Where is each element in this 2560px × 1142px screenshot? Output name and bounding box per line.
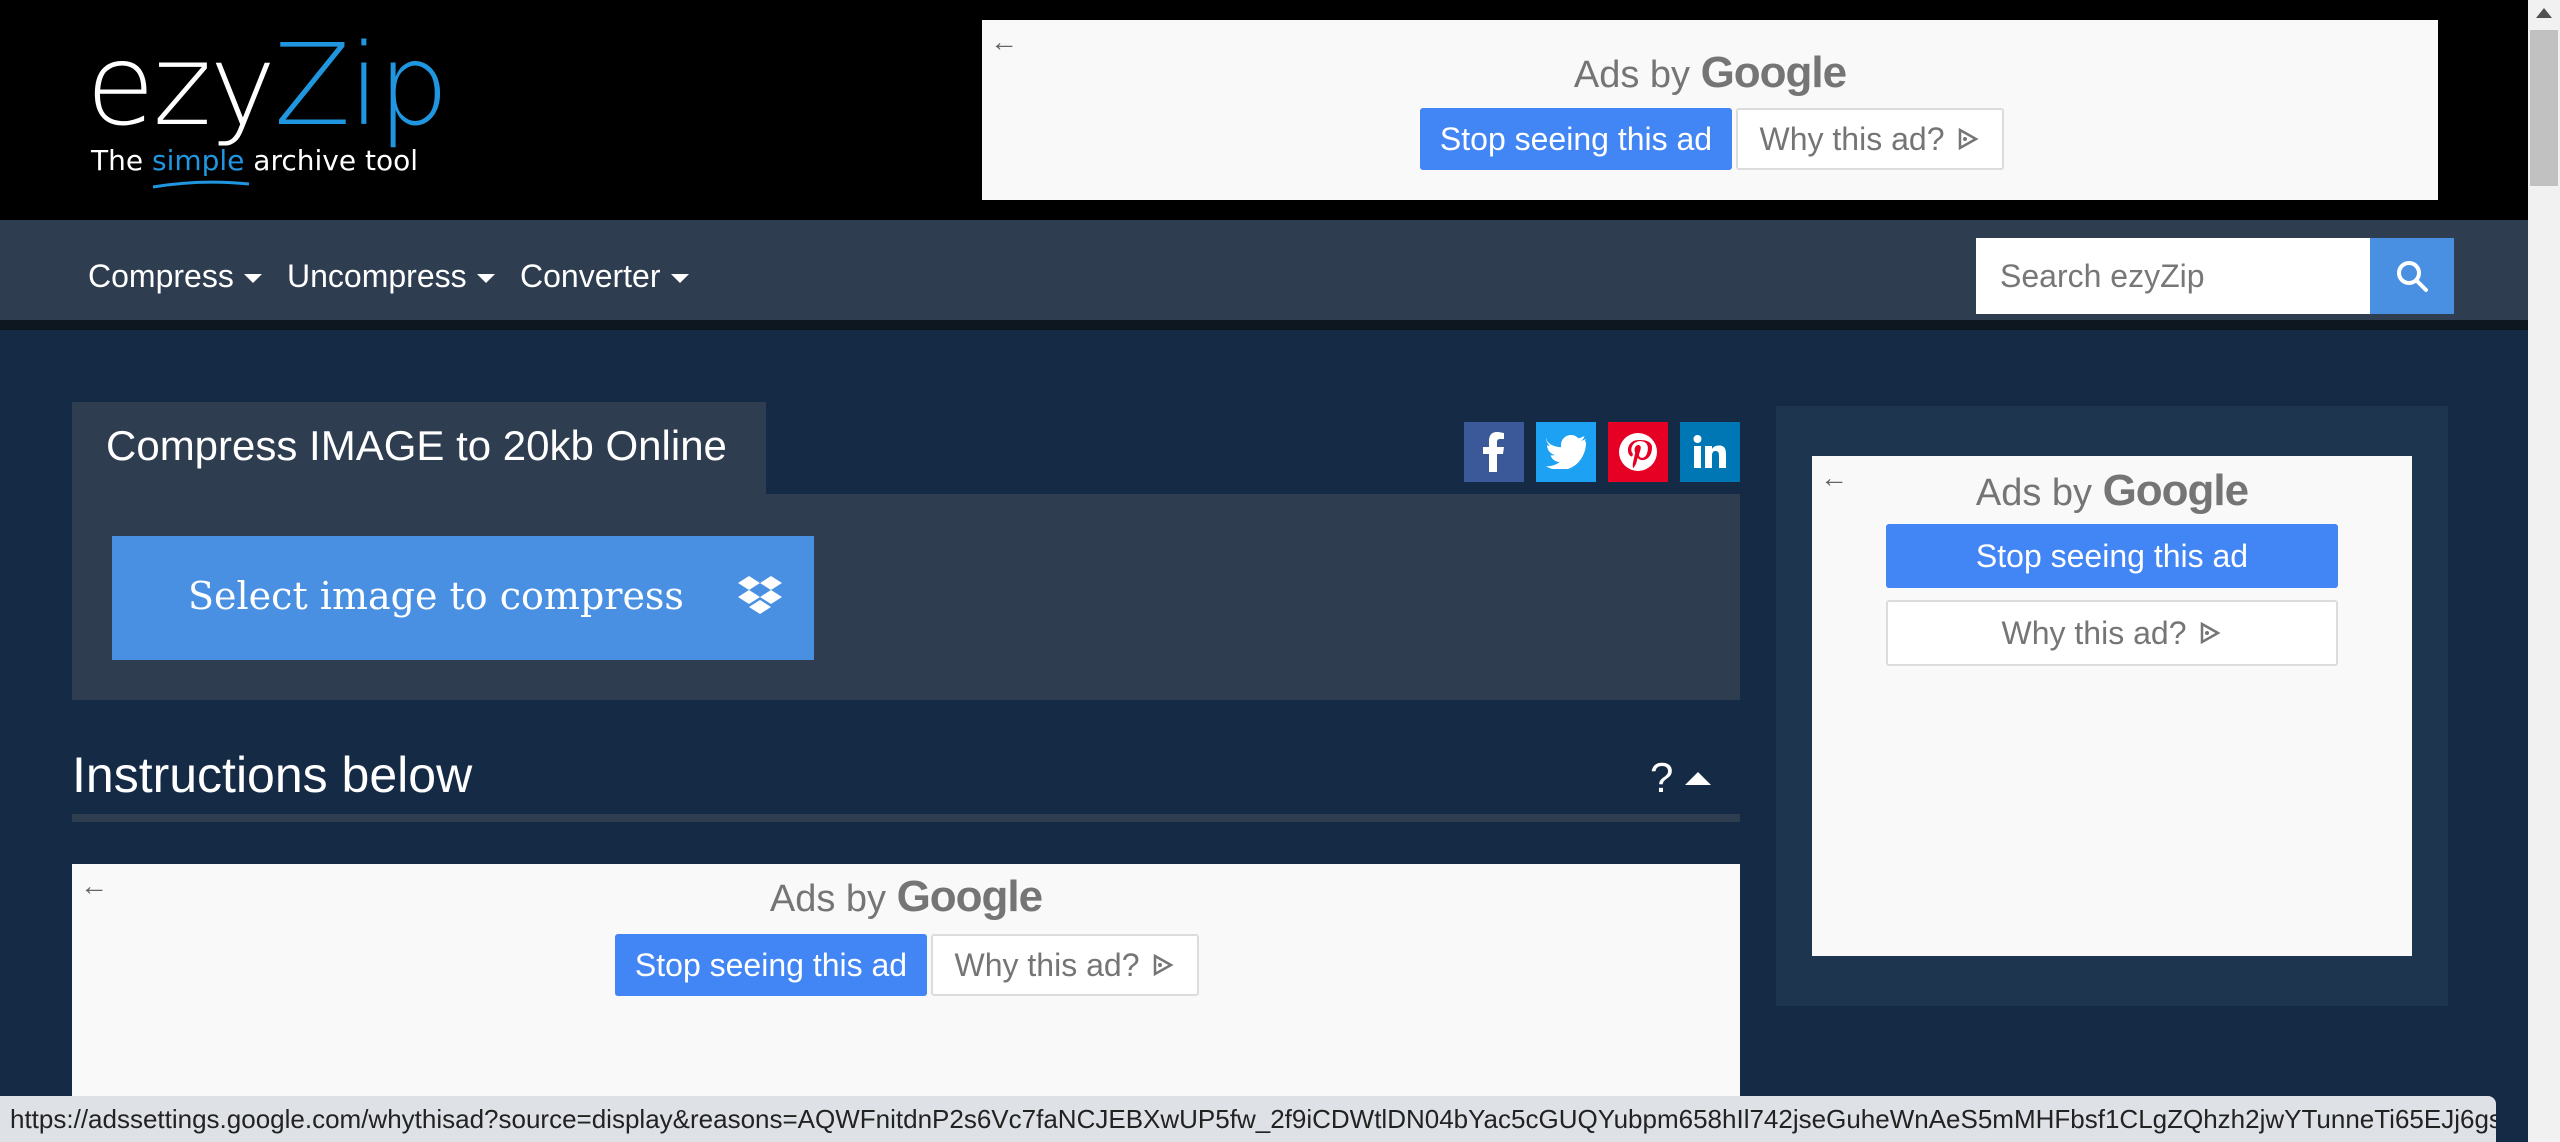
- ads-by-google: Ads by Google: [1812, 466, 2412, 516]
- tool-tab: Compress IMAGE to 20kb Online: [72, 402, 766, 494]
- top-ad-banner: ← Ads by Google Stop seeing this ad Why …: [982, 20, 2438, 200]
- nav-converter[interactable]: Converter: [520, 258, 689, 295]
- twitter-share-button[interactable]: [1536, 422, 1596, 482]
- facebook-icon: [1483, 432, 1504, 472]
- why-this-ad-button[interactable]: Why this ad?: [1736, 108, 2004, 170]
- search-icon: [2397, 261, 2428, 292]
- tagline-pre: The: [91, 144, 152, 177]
- linkedin-icon: [1693, 435, 1726, 468]
- google-label: Google: [2102, 466, 2250, 515]
- logo-tagline: The simple archive tool: [91, 144, 447, 189]
- nav-uncompress[interactable]: Uncompress: [287, 258, 495, 295]
- site-header: ezyZip The simple archive tool ← Ads by …: [0, 0, 2528, 220]
- instructions-toggle[interactable]: ?: [1650, 754, 1712, 802]
- ads-by-label: Ads by: [769, 878, 887, 920]
- search-button[interactable]: [2370, 238, 2454, 314]
- why-this-ad-label: Why this ad?: [954, 946, 1140, 983]
- scroll-up-arrow-icon[interactable]: [2536, 8, 2552, 18]
- nav-uncompress-label: Uncompress: [287, 258, 467, 294]
- compress-panel: Select image to compress: [72, 494, 1740, 700]
- chevron-down-icon: [476, 274, 495, 283]
- chevron-up-icon: [1685, 771, 1712, 785]
- pinterest-icon: [1619, 433, 1657, 471]
- sidebar-ad-container: ← Ads by Google Stop seeing this ad Why …: [1776, 406, 2448, 1006]
- ads-by-label: Ads by: [1975, 472, 2093, 514]
- ads-by-label: Ads by: [1573, 54, 1691, 96]
- ezyzip-logo[interactable]: ezyZip The simple archive tool: [86, 30, 449, 189]
- ads-by-google: Ads by Google: [982, 48, 2438, 98]
- google-label: Google: [1700, 48, 1848, 97]
- pinterest-share-button[interactable]: [1608, 422, 1668, 482]
- twitter-icon: [1546, 435, 1586, 469]
- why-this-ad-label: Why this ad?: [2001, 614, 2187, 651]
- google-label: Google: [896, 872, 1044, 921]
- tagline-simple: simple: [151, 144, 245, 177]
- scrollbar-thumb[interactable]: [2530, 30, 2558, 186]
- nav-compress[interactable]: Compress: [88, 258, 262, 295]
- sidebar-ad-banner: ← Ads by Google Stop seeing this ad Why …: [1812, 456, 2412, 956]
- stop-seeing-ad-button[interactable]: Stop seeing this ad: [615, 934, 927, 996]
- instructions-divider: [72, 814, 1740, 822]
- chevron-down-icon: [243, 274, 262, 283]
- stop-seeing-ad-button[interactable]: Stop seeing this ad: [1420, 108, 1732, 170]
- why-this-ad-label: Why this ad?: [1759, 120, 1945, 157]
- why-this-ad-button[interactable]: Why this ad?: [931, 934, 1199, 996]
- facebook-share-button[interactable]: [1464, 422, 1524, 482]
- main-nav: Compress Uncompress Converter Search ezy…: [0, 220, 2528, 330]
- tagline-post: archive tool: [244, 144, 418, 177]
- dropbox-icon[interactable]: [738, 576, 782, 616]
- chevron-down-icon: [670, 274, 689, 283]
- page-title: Compress IMAGE to 20kb Online: [106, 422, 727, 469]
- instructions-heading: Instructions below: [72, 747, 473, 803]
- linkedin-share-button[interactable]: [1680, 422, 1740, 482]
- stop-seeing-ad-button[interactable]: Stop seeing this ad: [1886, 524, 2338, 588]
- nav-compress-label: Compress: [88, 258, 234, 294]
- tagline-underline: [152, 180, 250, 189]
- adchoices-icon: [1154, 953, 1175, 977]
- adchoices-icon: [1959, 127, 1980, 151]
- logo-zip: Zip: [273, 21, 449, 151]
- why-this-ad-button[interactable]: Why this ad?: [1886, 600, 2338, 666]
- link-status-bar: https://adssettings.google.com/whythisad…: [0, 1096, 2496, 1142]
- search-input[interactable]: Search ezyZip: [1976, 238, 2370, 314]
- ads-by-google: Ads by Google: [72, 872, 1740, 922]
- logo-ezy: ezy: [86, 21, 276, 151]
- adchoices-icon: [2201, 621, 2222, 645]
- select-image-label: Select image to compress: [188, 574, 684, 618]
- select-image-button[interactable]: Select image to compress: [112, 536, 814, 660]
- nav-converter-label: Converter: [520, 258, 661, 294]
- logo-wordmark: ezyZip: [86, 30, 449, 142]
- help-label: ?: [1650, 754, 1674, 801]
